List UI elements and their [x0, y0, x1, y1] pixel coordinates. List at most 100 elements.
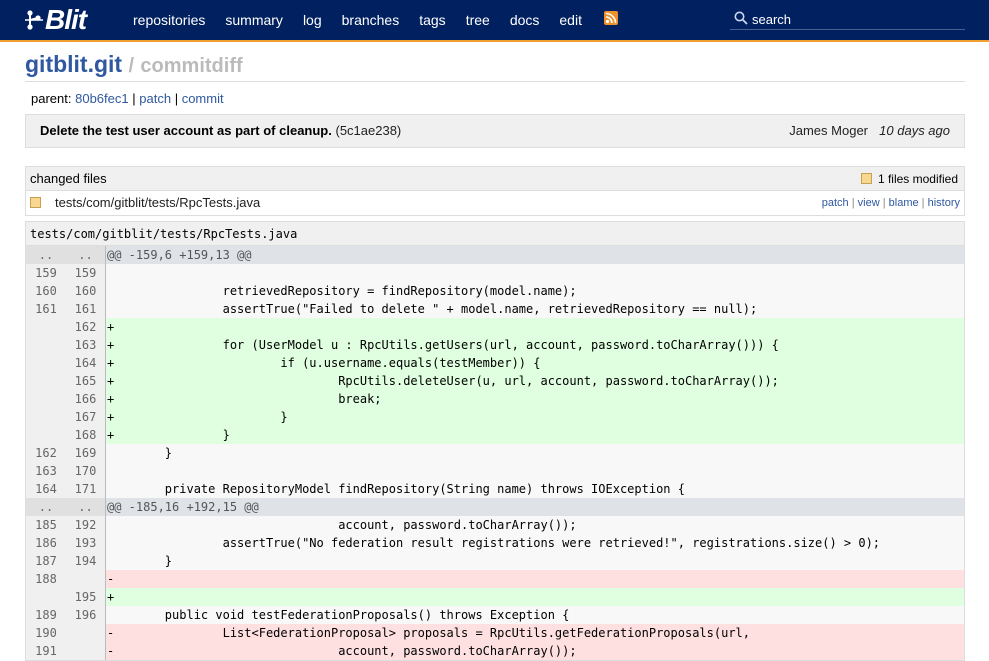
new-line-number: 194 [66, 552, 106, 570]
rss-glyph-icon [605, 12, 617, 24]
modified-legend-icon [860, 173, 872, 184]
diff-line-hunk: .... @@ -185,16 +192,15 @@ [26, 498, 964, 516]
diff-line-ctx: 186 193 assertTrue("No federation result … [26, 534, 964, 552]
diff-line-del: 188 - [26, 570, 964, 588]
search-input[interactable] [752, 8, 962, 30]
code-line: private RepositoryModel findRepository(S… [106, 480, 964, 498]
page-title: gitblit.git / commitdiff [25, 48, 965, 82]
code-line: public void testFederationProposals() th… [106, 606, 964, 624]
logo-text: Blit [45, 4, 87, 35]
code-line: + [106, 588, 964, 606]
old-line-number: 163 [26, 462, 66, 480]
diff-line-add: 162 + [26, 318, 964, 336]
commit-header: Delete the test user account as part of … [25, 114, 965, 148]
nav-docs[interactable]: docs [500, 0, 550, 40]
new-line-number: .. [66, 246, 106, 264]
page-name: commitdiff [140, 55, 243, 77]
file-view-link[interactable]: view [858, 197, 880, 209]
code-line [106, 264, 964, 282]
old-line-number [26, 408, 66, 426]
nav-log[interactable]: log [293, 0, 332, 40]
parent-line: parent: 80b6fec1 | patch | commit [31, 90, 224, 108]
old-line-number [26, 336, 66, 354]
title-separator: / [128, 55, 135, 77]
old-line-number [26, 390, 66, 408]
new-line-number [66, 570, 106, 588]
file-actions: patch | view | blame | history [822, 191, 960, 215]
diff-line-add: 168 + } [26, 426, 964, 444]
file-action-separator: | [851, 197, 855, 209]
diff-line-add: 165 + RpcUtils.deleteUser(u, url, account… [26, 372, 964, 390]
diff-line-add: 195 + [26, 588, 964, 606]
new-line-number: 168 [66, 426, 106, 444]
new-line-number [66, 624, 106, 642]
changed-files-label: changed files [30, 171, 107, 186]
new-line-number: 160 [66, 282, 106, 300]
new-line-number: 167 [66, 408, 106, 426]
old-line-number: 187 [26, 552, 66, 570]
commit-date: 10 days ago [879, 123, 950, 138]
diff-line-ctx: 185 192 account, password.toCharArray()); [26, 516, 964, 534]
code-line: assertTrue("No federation result registr… [106, 534, 964, 552]
old-line-number: 185 [26, 516, 66, 534]
code-line: - account, password.toCharArray()); [106, 642, 964, 660]
diff-line-ctx: 162 169 } [26, 444, 964, 462]
rss-feed-icon[interactable] [603, 11, 618, 25]
file-action-separator: | [882, 197, 886, 209]
old-line-number: 189 [26, 606, 66, 624]
diff-line-ctx: 159 159 [26, 264, 964, 282]
old-line-number: 160 [26, 282, 66, 300]
file-history-link[interactable]: history [928, 197, 960, 209]
new-line-number: 161 [66, 300, 106, 318]
modified-file-icon [30, 197, 41, 208]
diff-line-add: 164 + if (u.username.equals(testMember)) … [26, 354, 964, 372]
commit-message[interactable]: Delete the test user account as part of … [40, 123, 332, 138]
diff-line-del: 191 - account, password.toCharArray()); [26, 642, 964, 660]
nav-edit[interactable]: edit [549, 0, 592, 40]
code-line: - List<FederationProposal> proposals = R… [106, 624, 964, 642]
new-line-number: 162 [66, 318, 106, 336]
diff-line-ctx: 187 194 } [26, 552, 964, 570]
nav-repositories[interactable]: repositories [123, 0, 215, 40]
parent-label: parent: [31, 91, 72, 106]
diff-line-del: 190 - List<FederationProposal> proposals … [26, 624, 964, 642]
search-icon [734, 11, 748, 25]
code-line: + [106, 318, 964, 336]
nav-tree[interactable]: tree [456, 0, 500, 40]
code-line: + RpcUtils.deleteUser(u, url, account, p… [106, 372, 964, 390]
diff-panel: tests/com/gitblit/tests/RpcTests.java ..… [25, 221, 965, 661]
nav-branches[interactable]: branches [332, 0, 410, 40]
code-line [106, 462, 964, 480]
new-line-number: 163 [66, 336, 106, 354]
nav-summary[interactable]: summary [215, 0, 293, 40]
parent-separator-1: | [132, 91, 136, 106]
new-line-number: 165 [66, 372, 106, 390]
new-line-number: 195 [66, 588, 106, 606]
file-blame-link[interactable]: blame [889, 197, 919, 209]
patch-link[interactable]: patch [139, 91, 171, 106]
old-line-number [26, 354, 66, 372]
file-action-separator: | [921, 197, 925, 209]
changed-file-row: tests/com/gitblit/tests/RpcTests.java pa… [26, 191, 964, 215]
new-line-number: 192 [66, 516, 106, 534]
new-line-number: 171 [66, 480, 106, 498]
hunk-header: @@ -185,16 +192,15 @@ [106, 498, 964, 516]
old-line-number: 164 [26, 480, 66, 498]
commit-link[interactable]: commit [182, 91, 224, 106]
new-line-number: 193 [66, 534, 106, 552]
old-line-number: 161 [26, 300, 66, 318]
code-line: + for (UserModel u : RpcUtils.getUsers(u… [106, 336, 964, 354]
repository-name-link[interactable]: gitblit.git [25, 51, 122, 77]
gitblit-logo[interactable]: Blit [24, 3, 87, 37]
parent-hash-link[interactable]: 80b6fec1 [75, 91, 129, 106]
hunk-header: @@ -159,6 +159,13 @@ [106, 246, 964, 264]
diff-line-add: 167 + } [26, 408, 964, 426]
new-line-number: 169 [66, 444, 106, 462]
file-patch-link[interactable]: patch [822, 197, 849, 209]
nav-tags[interactable]: tags [409, 0, 455, 40]
old-line-number [26, 426, 66, 444]
old-line-number [26, 318, 66, 336]
code-line: retrievedRepository = findRepository(mod… [106, 282, 964, 300]
changed-file-path[interactable]: tests/com/gitblit/tests/RpcTests.java [55, 195, 260, 210]
diff-line-add: 166 + break; [26, 390, 964, 408]
